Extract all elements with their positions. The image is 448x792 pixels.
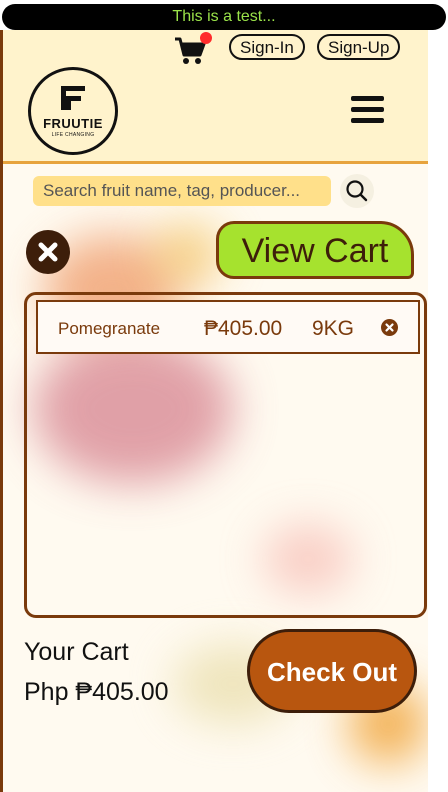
search-input[interactable] <box>33 176 331 206</box>
search-bar <box>33 176 331 206</box>
cart-item-row: Pomegranate ₱405.00 9KG <box>36 300 420 354</box>
logo-mark-icon <box>61 86 85 110</box>
banner-text: This is a test... <box>172 8 276 25</box>
sign-in-button[interactable]: Sign-In <box>229 34 305 60</box>
cart-notification-dot <box>200 32 212 44</box>
search-icon[interactable] <box>340 174 374 208</box>
checkout-button[interactable]: Check Out <box>247 629 417 713</box>
remove-icon[interactable] <box>381 319 398 336</box>
sign-up-button[interactable]: Sign-Up <box>317 34 401 60</box>
close-icon <box>38 242 58 262</box>
item-quantity: 9KG <box>312 317 355 340</box>
item-price: ₱405.00 <box>204 317 283 340</box>
close-cart-button[interactable] <box>26 230 70 274</box>
logo-name: FRUUTIE <box>43 116 103 131</box>
cart-total-label: Your Cart <box>24 638 129 666</box>
background-blur <box>153 224 223 284</box>
view-cart-title: View Cart <box>216 221 414 279</box>
fruutie-logo[interactable]: FRUUTIE LIFE CHANGING <box>28 67 118 155</box>
item-name: Pomegranate <box>58 319 161 338</box>
right-edge <box>428 30 448 792</box>
cart-total-value: Php ₱405.00 <box>24 678 169 706</box>
site-header: Sign-In Sign-Up FRUUTIE LIFE CHANGING <box>3 30 428 162</box>
hamburger-menu-icon[interactable] <box>351 94 387 124</box>
logo-tagline: LIFE CHANGING <box>51 132 95 138</box>
test-banner: This is a test... <box>2 4 446 30</box>
